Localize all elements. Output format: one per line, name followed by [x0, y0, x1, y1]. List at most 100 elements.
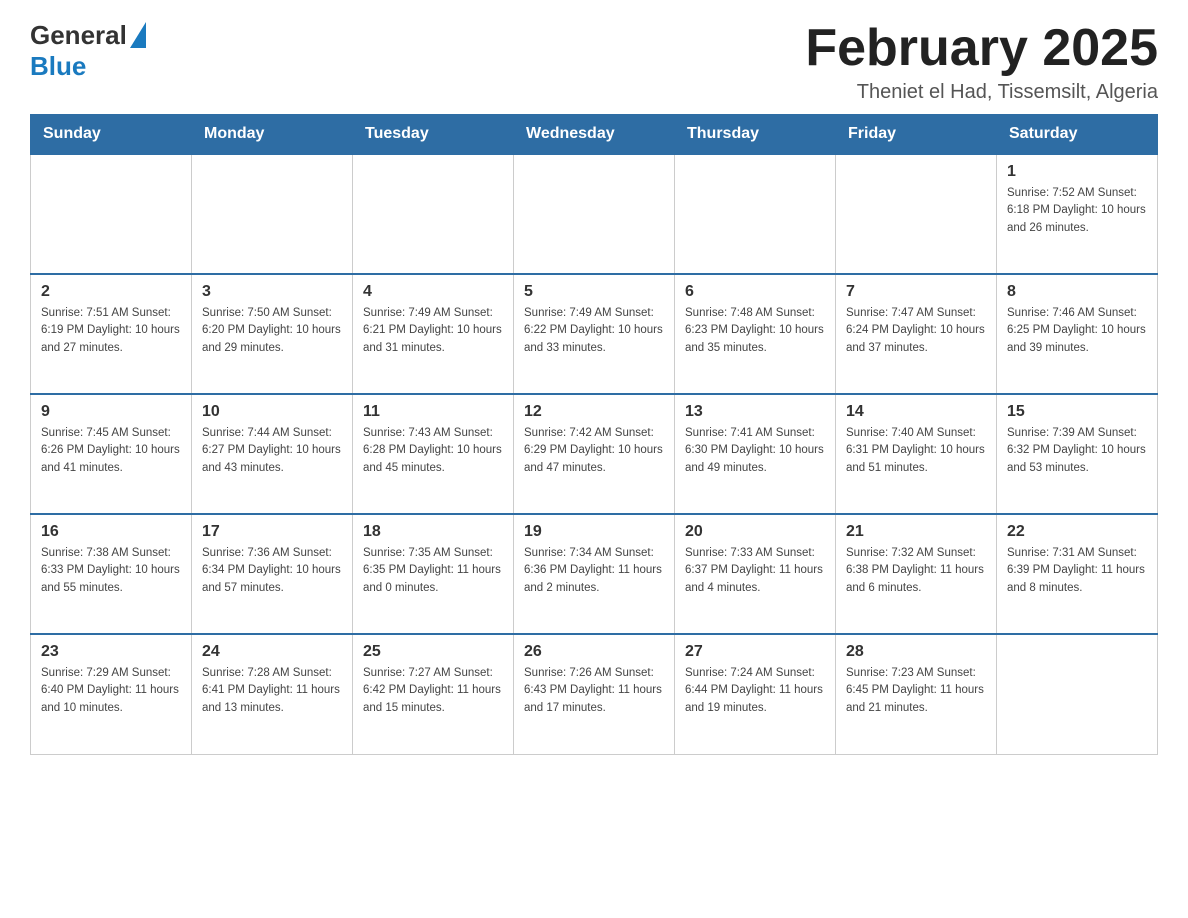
calendar-cell: 13 Sunrise: 7:41 AM Sunset: 6:30 PM Dayli… — [675, 394, 836, 514]
day-number: 1 — [1007, 163, 1147, 181]
calendar-header-row: SundayMondayTuesdayWednesdayThursdayFrid… — [31, 115, 1158, 155]
calendar-cell — [836, 154, 997, 274]
day-info: Sunrise: 7:26 AM Sunset: 6:43 PM Dayligh… — [524, 665, 664, 717]
page-header: General Blue February 2025 Theniet el Ha… — [30, 20, 1158, 104]
day-number: 18 — [363, 523, 503, 541]
calendar-cell — [675, 154, 836, 274]
calendar-cell: 18 Sunrise: 7:35 AM Sunset: 6:35 PM Dayli… — [353, 514, 514, 634]
calendar-cell: 3 Sunrise: 7:50 AM Sunset: 6:20 PM Daylig… — [192, 274, 353, 394]
day-number: 25 — [363, 643, 503, 661]
calendar-cell: 23 Sunrise: 7:29 AM Sunset: 6:40 PM Dayli… — [31, 634, 192, 754]
calendar-cell — [353, 154, 514, 274]
day-number: 14 — [846, 403, 986, 421]
day-info: Sunrise: 7:28 AM Sunset: 6:41 PM Dayligh… — [202, 665, 342, 717]
day-info: Sunrise: 7:48 AM Sunset: 6:23 PM Dayligh… — [685, 305, 825, 357]
day-number: 5 — [524, 283, 664, 301]
day-number: 12 — [524, 403, 664, 421]
column-header-wednesday: Wednesday — [514, 115, 675, 155]
calendar-cell: 25 Sunrise: 7:27 AM Sunset: 6:42 PM Dayli… — [353, 634, 514, 754]
calendar-cell: 2Sunrise: 7:51 AM Sunset: 6:19 PM Daylig… — [31, 274, 192, 394]
column-header-monday: Monday — [192, 115, 353, 155]
calendar-cell: 11 Sunrise: 7:43 AM Sunset: 6:28 PM Dayli… — [353, 394, 514, 514]
calendar-week-row: 9 Sunrise: 7:45 AM Sunset: 6:26 PM Daylig… — [31, 394, 1158, 514]
column-header-tuesday: Tuesday — [353, 115, 514, 155]
calendar-cell: 9 Sunrise: 7:45 AM Sunset: 6:26 PM Daylig… — [31, 394, 192, 514]
day-number: 16 — [41, 523, 181, 541]
main-title: February 2025 — [805, 20, 1158, 77]
day-number: 7 — [846, 283, 986, 301]
calendar-cell: 5 Sunrise: 7:49 AM Sunset: 6:22 PM Daylig… — [514, 274, 675, 394]
calendar-cell: 7Sunrise: 7:47 AM Sunset: 6:24 PM Daylig… — [836, 274, 997, 394]
day-info: Sunrise: 7:45 AM Sunset: 6:26 PM Dayligh… — [41, 425, 181, 477]
day-number: 24 — [202, 643, 342, 661]
calendar-week-row: 23 Sunrise: 7:29 AM Sunset: 6:40 PM Dayli… — [31, 634, 1158, 754]
day-info: Sunrise: 7:52 AM Sunset: 6:18 PM Dayligh… — [1007, 185, 1147, 237]
day-info: Sunrise: 7:35 AM Sunset: 6:35 PM Dayligh… — [363, 545, 503, 597]
day-number: 21 — [846, 523, 986, 541]
calendar-cell: 28Sunrise: 7:23 AM Sunset: 6:45 PM Dayli… — [836, 634, 997, 754]
calendar-cell — [31, 154, 192, 274]
calendar-cell: 22 Sunrise: 7:31 AM Sunset: 6:39 PM Dayli… — [997, 514, 1158, 634]
calendar-cell: 26 Sunrise: 7:26 AM Sunset: 6:43 PM Dayli… — [514, 634, 675, 754]
calendar-cell — [192, 154, 353, 274]
day-info: Sunrise: 7:44 AM Sunset: 6:27 PM Dayligh… — [202, 425, 342, 477]
day-number: 26 — [524, 643, 664, 661]
calendar-week-row: 2Sunrise: 7:51 AM Sunset: 6:19 PM Daylig… — [31, 274, 1158, 394]
day-info: Sunrise: 7:50 AM Sunset: 6:20 PM Dayligh… — [202, 305, 342, 357]
day-info: Sunrise: 7:49 AM Sunset: 6:21 PM Dayligh… — [363, 305, 503, 357]
calendar-week-row: 1 Sunrise: 7:52 AM Sunset: 6:18 PM Daylig… — [31, 154, 1158, 274]
day-number: 13 — [685, 403, 825, 421]
calendar-cell: 24 Sunrise: 7:28 AM Sunset: 6:41 PM Dayli… — [192, 634, 353, 754]
day-info: Sunrise: 7:27 AM Sunset: 6:42 PM Dayligh… — [363, 665, 503, 717]
calendar-cell: 8 Sunrise: 7:46 AM Sunset: 6:25 PM Daylig… — [997, 274, 1158, 394]
day-info: Sunrise: 7:42 AM Sunset: 6:29 PM Dayligh… — [524, 425, 664, 477]
day-info: Sunrise: 7:36 AM Sunset: 6:34 PM Dayligh… — [202, 545, 342, 597]
day-number: 8 — [1007, 283, 1147, 301]
title-block: February 2025 Theniet el Had, Tissemsilt… — [805, 20, 1158, 104]
day-info: Sunrise: 7:24 AM Sunset: 6:44 PM Dayligh… — [685, 665, 825, 717]
calendar-cell: 14Sunrise: 7:40 AM Sunset: 6:31 PM Dayli… — [836, 394, 997, 514]
day-number: 20 — [685, 523, 825, 541]
calendar-cell: 6 Sunrise: 7:48 AM Sunset: 6:23 PM Daylig… — [675, 274, 836, 394]
calendar-cell: 17 Sunrise: 7:36 AM Sunset: 6:34 PM Dayli… — [192, 514, 353, 634]
column-header-thursday: Thursday — [675, 115, 836, 155]
column-header-saturday: Saturday — [997, 115, 1158, 155]
day-info: Sunrise: 7:43 AM Sunset: 6:28 PM Dayligh… — [363, 425, 503, 477]
day-number: 15 — [1007, 403, 1147, 421]
logo: General Blue — [30, 20, 146, 82]
column-header-friday: Friday — [836, 115, 997, 155]
calendar-cell: 19 Sunrise: 7:34 AM Sunset: 6:36 PM Dayli… — [514, 514, 675, 634]
day-number: 19 — [524, 523, 664, 541]
calendar-cell: 4Sunrise: 7:49 AM Sunset: 6:21 PM Daylig… — [353, 274, 514, 394]
day-info: Sunrise: 7:41 AM Sunset: 6:30 PM Dayligh… — [685, 425, 825, 477]
day-info: Sunrise: 7:49 AM Sunset: 6:22 PM Dayligh… — [524, 305, 664, 357]
day-info: Sunrise: 7:39 AM Sunset: 6:32 PM Dayligh… — [1007, 425, 1147, 477]
calendar-cell: 27 Sunrise: 7:24 AM Sunset: 6:44 PM Dayli… — [675, 634, 836, 754]
calendar-cell: 21Sunrise: 7:32 AM Sunset: 6:38 PM Dayli… — [836, 514, 997, 634]
day-info: Sunrise: 7:46 AM Sunset: 6:25 PM Dayligh… — [1007, 305, 1147, 357]
day-number: 17 — [202, 523, 342, 541]
day-number: 3 — [202, 283, 342, 301]
day-number: 27 — [685, 643, 825, 661]
calendar-cell — [514, 154, 675, 274]
day-number: 10 — [202, 403, 342, 421]
day-number: 22 — [1007, 523, 1147, 541]
day-number: 2 — [41, 283, 181, 301]
calendar-cell — [997, 634, 1158, 754]
logo-blue-text: Blue — [30, 51, 86, 82]
day-info: Sunrise: 7:38 AM Sunset: 6:33 PM Dayligh… — [41, 545, 181, 597]
day-info: Sunrise: 7:31 AM Sunset: 6:39 PM Dayligh… — [1007, 545, 1147, 597]
calendar-cell: 15 Sunrise: 7:39 AM Sunset: 6:32 PM Dayli… — [997, 394, 1158, 514]
logo-triangle-icon — [130, 22, 146, 48]
day-number: 28 — [846, 643, 986, 661]
day-number: 23 — [41, 643, 181, 661]
day-number: 6 — [685, 283, 825, 301]
day-info: Sunrise: 7:34 AM Sunset: 6:36 PM Dayligh… — [524, 545, 664, 597]
calendar-cell: 12 Sunrise: 7:42 AM Sunset: 6:29 PM Dayli… — [514, 394, 675, 514]
calendar-cell: 10 Sunrise: 7:44 AM Sunset: 6:27 PM Dayli… — [192, 394, 353, 514]
calendar-table: SundayMondayTuesdayWednesdayThursdayFrid… — [30, 114, 1158, 755]
day-info: Sunrise: 7:29 AM Sunset: 6:40 PM Dayligh… — [41, 665, 181, 717]
calendar-cell: 20Sunrise: 7:33 AM Sunset: 6:37 PM Dayli… — [675, 514, 836, 634]
day-number: 9 — [41, 403, 181, 421]
day-number: 11 — [363, 403, 503, 421]
